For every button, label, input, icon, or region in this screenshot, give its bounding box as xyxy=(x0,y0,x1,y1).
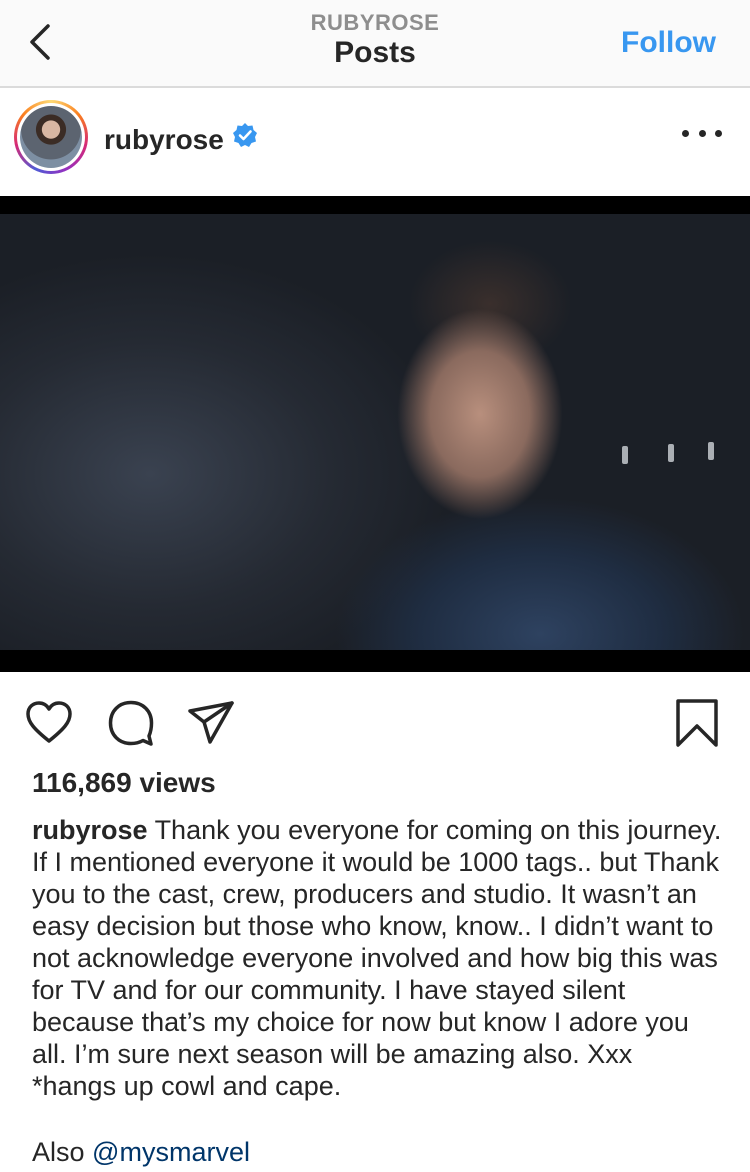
verified-badge-icon xyxy=(233,123,257,147)
follow-button[interactable]: Follow xyxy=(621,26,716,60)
avatar[interactable] xyxy=(20,106,82,168)
heart-icon[interactable] xyxy=(24,698,74,748)
view-count[interactable]: 116,869 views xyxy=(32,767,216,799)
post-actions xyxy=(0,690,750,754)
bookmark-icon[interactable] xyxy=(672,698,722,748)
post-header: rubyrose xyxy=(0,90,750,196)
more-options-button[interactable] xyxy=(682,118,722,148)
caption-username[interactable]: rubyrose xyxy=(32,815,148,845)
caption-mention-line: Also @mysmarvel xyxy=(32,1136,250,1168)
story-ring[interactable] xyxy=(14,100,88,174)
also-label: Also xyxy=(32,1137,85,1167)
mention-link[interactable]: @mysmarvel xyxy=(92,1137,250,1167)
video-frame xyxy=(0,214,750,650)
more-horizontal-icon xyxy=(682,129,689,137)
caption-text: Thank you everyone for coming on this jo… xyxy=(32,815,722,1101)
post-video[interactable] xyxy=(0,196,750,672)
paper-plane-icon[interactable] xyxy=(186,698,236,748)
post-caption: rubyrose Thank you everyone for coming o… xyxy=(32,814,722,1102)
comment-icon[interactable] xyxy=(106,698,156,748)
top-nav-bar: RUBYROSE Posts Follow xyxy=(0,0,750,88)
post-username[interactable]: rubyrose xyxy=(104,124,224,156)
